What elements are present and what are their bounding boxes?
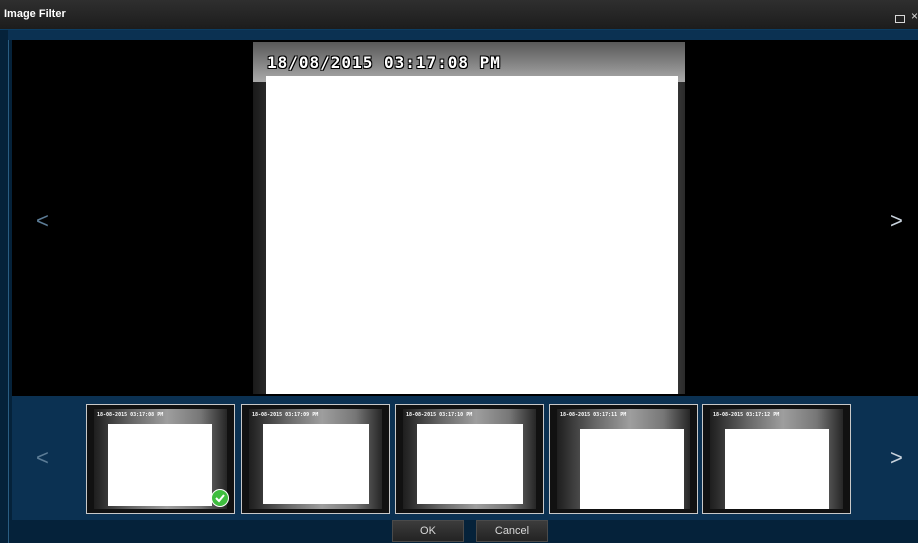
thumbnail-image: 18-08-2015 03:17:10 PM (403, 409, 536, 509)
thumbnail-redaction (263, 424, 369, 504)
maximize-icon[interactable] (895, 15, 905, 23)
thumbnail-image: 18-08-2015 03:17:08 PM (94, 409, 227, 509)
button-bar (12, 520, 918, 543)
main-camera-image: 18/08/2015 03:17:08 PM (253, 42, 685, 394)
viewer-top-band (8, 30, 918, 40)
thumbnail-timestamp: 18-08-2015 03:17:10 PM (406, 412, 473, 418)
viewer-prev-arrow-icon[interactable]: < (36, 210, 49, 232)
image-timestamp: 18/08/2015 03:17:08 PM (267, 53, 501, 72)
thumbnails-prev-arrow-icon[interactable]: < (36, 447, 49, 469)
title-bar: Image Filter × (0, 0, 918, 30)
thumbnail-2[interactable]: 18-08-2015 03:17:09 PM (241, 404, 390, 514)
thumbnail-redaction (725, 429, 829, 509)
window-title: Image Filter (4, 8, 66, 20)
thumbnail-4[interactable]: 18-08-2015 03:17:11 PM (549, 404, 698, 514)
viewer-next-arrow-icon[interactable]: > (890, 210, 903, 232)
thumbnail-timestamp: 18-08-2015 03:17:08 PM (97, 412, 164, 418)
thumbnails-next-arrow-icon[interactable]: > (890, 447, 903, 469)
thumbnail-image: 18-08-2015 03:17:12 PM (710, 409, 843, 509)
thumbnail-redaction (417, 424, 523, 504)
image-redaction (266, 76, 678, 394)
cancel-button[interactable]: Cancel (476, 520, 548, 542)
thumbnail-image: 18-08-2015 03:17:11 PM (557, 409, 690, 509)
window-border-left (8, 30, 9, 543)
thumbnail-5[interactable]: 18-08-2015 03:17:12 PM (702, 404, 851, 514)
selected-check-icon (211, 489, 229, 507)
thumbnail-redaction (108, 424, 212, 506)
thumbnail-image: 18-08-2015 03:17:09 PM (249, 409, 382, 509)
thumbnail-redaction (580, 429, 684, 509)
thumbnail-3[interactable]: 18-08-2015 03:17:10 PM (395, 404, 544, 514)
thumbnail-timestamp: 18-08-2015 03:17:12 PM (713, 412, 780, 418)
thumbnail-timestamp: 18-08-2015 03:17:11 PM (560, 412, 627, 418)
thumbnail-timestamp: 18-08-2015 03:17:09 PM (252, 412, 319, 418)
close-icon[interactable]: × (911, 9, 918, 23)
thumbnail-1[interactable]: 18-08-2015 03:17:08 PM (86, 404, 235, 514)
ok-button[interactable]: OK (392, 520, 464, 542)
